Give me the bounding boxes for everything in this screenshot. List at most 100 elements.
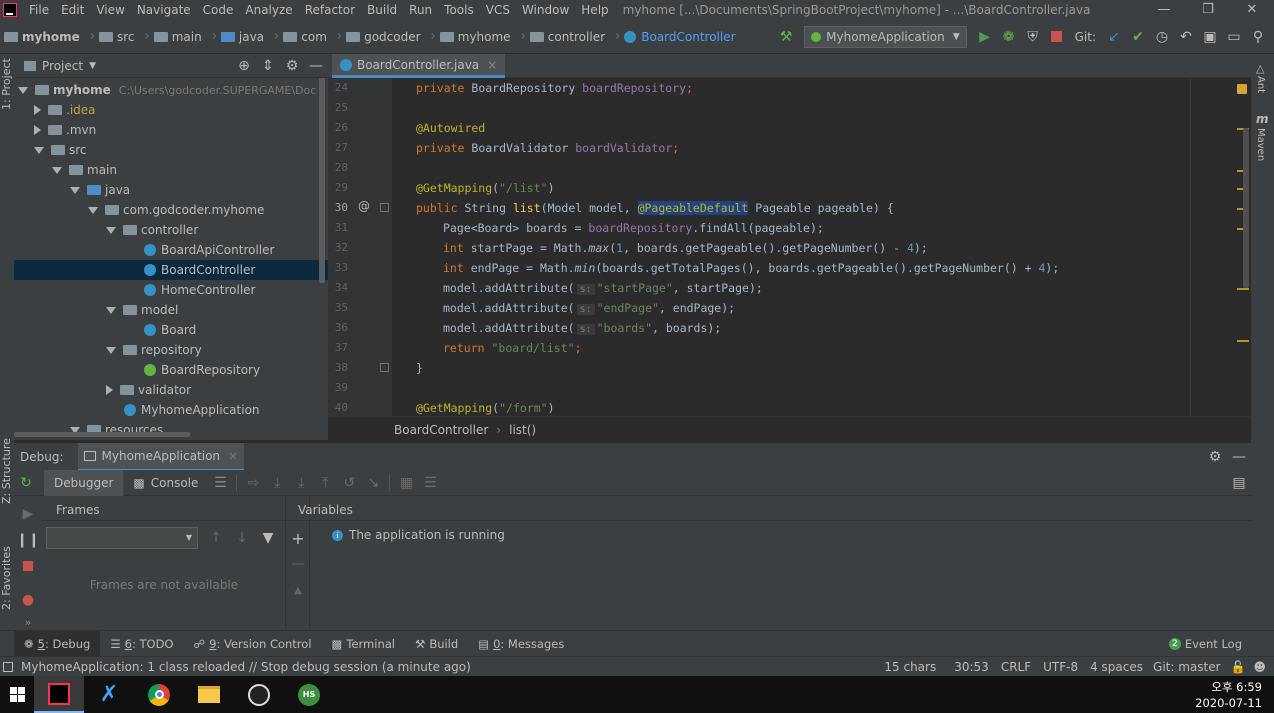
evaluate-expression-icon[interactable]: ▦ [394,471,418,495]
rerun-icon[interactable]: ↻ [14,471,38,495]
close-icon[interactable]: ✕ [1230,0,1274,20]
drop-frame-icon[interactable]: ↺ [337,471,361,495]
mapping-marker-icon[interactable]: @ [358,199,370,213]
favorites-tool-button[interactable]: 2: Favorites [0,546,13,610]
presentation-icon[interactable]: ▭ [1222,25,1246,49]
collapse-arrow-icon[interactable] [34,105,41,115]
close-tab-icon[interactable]: × [228,449,238,463]
breadcrumb-java[interactable]: › java [205,29,267,44]
breadcrumb-method[interactable]: list() [509,423,536,437]
hide-panel-icon[interactable]: — [1227,445,1251,469]
project-tool-button[interactable]: 1: Project [0,58,13,110]
tree-node[interactable]: main [52,160,117,180]
menu-build[interactable]: Build [361,3,403,17]
maven-icon[interactable]: m [1256,112,1269,126]
hammer-build-icon[interactable]: ⚒ [774,25,798,49]
tree-node[interactable]: Board [144,320,196,340]
menu-edit[interactable]: Edit [55,3,90,17]
vertical-scrollbar[interactable] [319,78,325,283]
breadcrumb-myhome[interactable]: myhome [0,30,83,44]
menu-window[interactable]: Window [516,3,575,17]
horizontal-scrollbar[interactable] [14,432,190,437]
tree-node[interactable]: validator [106,380,191,400]
menu-file[interactable]: File [23,3,55,17]
project-structure-icon[interactable]: ▣ [1198,25,1222,49]
gear-icon[interactable]: ⚙ [280,54,304,78]
tree-node[interactable]: HomeController [144,280,255,300]
project-view-selector[interactable]: Project [42,59,83,73]
breadcrumb-controller[interactable]: › controller [514,29,608,44]
step-over-icon[interactable]: ⤓ [265,471,289,495]
marker-stripe[interactable] [1237,340,1249,342]
hide-panel-icon[interactable]: — [304,54,328,78]
hs-taskbar-icon[interactable]: HS [284,676,334,713]
menu-analyze[interactable]: Analyze [239,3,298,17]
git-commit-icon[interactable]: ✔ [1126,25,1150,49]
debug-tool-button[interactable]: ❁ 5: Debug [14,630,101,657]
warning-indicator-icon[interactable] [1237,84,1247,94]
collapse-arrow-icon[interactable] [34,125,41,135]
vscode-taskbar-icon[interactable]: ✗ [84,676,134,713]
tree-node-root[interactable]: myhome C:\Users\godcoder.SUPERGAME\Doc [18,80,316,100]
expand-arrow-icon[interactable] [88,206,98,214]
move-up-icon[interactable]: ▲ [286,578,310,602]
expand-arrow-icon[interactable] [34,146,44,154]
caret-position[interactable]: 30:53 [954,660,989,674]
pause-icon[interactable]: ❙❙ [16,528,40,552]
system-clock[interactable]: 오후 6:59 2020-07-11 [1195,679,1262,711]
history-icon[interactable]: ◷ [1150,25,1174,49]
tree-node[interactable]: BoardApiController [144,240,274,260]
filter-icon[interactable]: ▼ [256,526,280,550]
messages-tool-button[interactable]: ▤ 0: Messages [468,631,574,657]
breadcrumb-boardcontroller[interactable]: › BoardController [608,29,739,44]
obs-taskbar-icon[interactable] [234,676,284,713]
stop-icon[interactable] [16,554,40,578]
tree-node-selected[interactable]: BoardController [14,260,328,280]
expand-arrow-icon[interactable] [18,86,28,94]
add-watch-icon[interactable]: + [286,526,310,550]
tree-node[interactable]: repository [106,340,202,360]
run-icon[interactable]: ▶ [973,25,997,49]
search-icon[interactable]: ⚲ [1246,25,1270,49]
menu-vcs[interactable]: VCS [480,3,516,17]
debug-session-tab[interactable]: MyhomeApplication × [77,442,245,471]
fold-marker-icon[interactable] [380,363,389,372]
version-control-tool-button[interactable]: ☍ 9: Version Control [183,631,321,657]
collapse-arrow-icon[interactable] [106,385,113,395]
tree-node[interactable]: model [106,300,178,320]
tree-node[interactable]: controller [106,220,198,240]
rollback-icon[interactable]: ↶ [1174,25,1198,49]
tree-node[interactable]: com.godcoder.myhome [88,200,264,220]
tree-node[interactable]: java [70,180,130,200]
breadcrumb-class[interactable]: BoardController [394,423,488,437]
tree-node[interactable]: .mvn [34,120,96,140]
intellij-taskbar-icon[interactable] [34,676,84,713]
tree-node[interactable]: src [34,140,87,160]
stop-icon[interactable] [1045,25,1069,49]
breadcrumb-godcoder[interactable]: › godcoder [330,29,424,44]
trace-icon[interactable]: ☰ [418,471,442,495]
marker-stripe[interactable] [1237,288,1249,290]
tree-node[interactable]: MyhomeApplication [124,400,260,420]
debug-bug-icon[interactable]: ❁ [997,25,1021,49]
inspector-icon[interactable]: ☻ [1253,660,1266,674]
down-arrow-icon[interactable]: ↓ [230,526,254,550]
status-message[interactable]: MyhomeApplication: 1 class reloaded // S… [21,660,471,674]
menu-tools[interactable]: Tools [438,3,480,17]
menu-run[interactable]: Run [403,3,438,17]
code-editor[interactable]: private BoardRepository boardRepository;… [392,78,1251,416]
run-configuration-select[interactable]: MyhomeApplication ▼ [804,25,967,48]
resume-icon[interactable]: ▶ [16,502,40,526]
gear-icon[interactable]: ⚙ [1203,445,1227,469]
fold-marker-icon[interactable] [380,203,389,212]
breadcrumb-com[interactable]: › com [267,29,330,44]
maven-tool-button[interactable]: Maven [1255,128,1266,161]
locate-target-icon[interactable]: ⊕ [232,54,256,78]
coverage-icon[interactable]: ⛨ [1021,25,1045,49]
expand-arrow-icon[interactable] [106,346,116,354]
chrome-taskbar-icon[interactable] [134,676,184,713]
step-out-icon[interactable]: ⤒ [313,471,337,495]
indent-setting[interactable]: 4 spaces [1090,660,1143,674]
menu-navigate[interactable]: Navigate [131,3,197,17]
step-into-icon[interactable]: ⤓ [289,471,313,495]
